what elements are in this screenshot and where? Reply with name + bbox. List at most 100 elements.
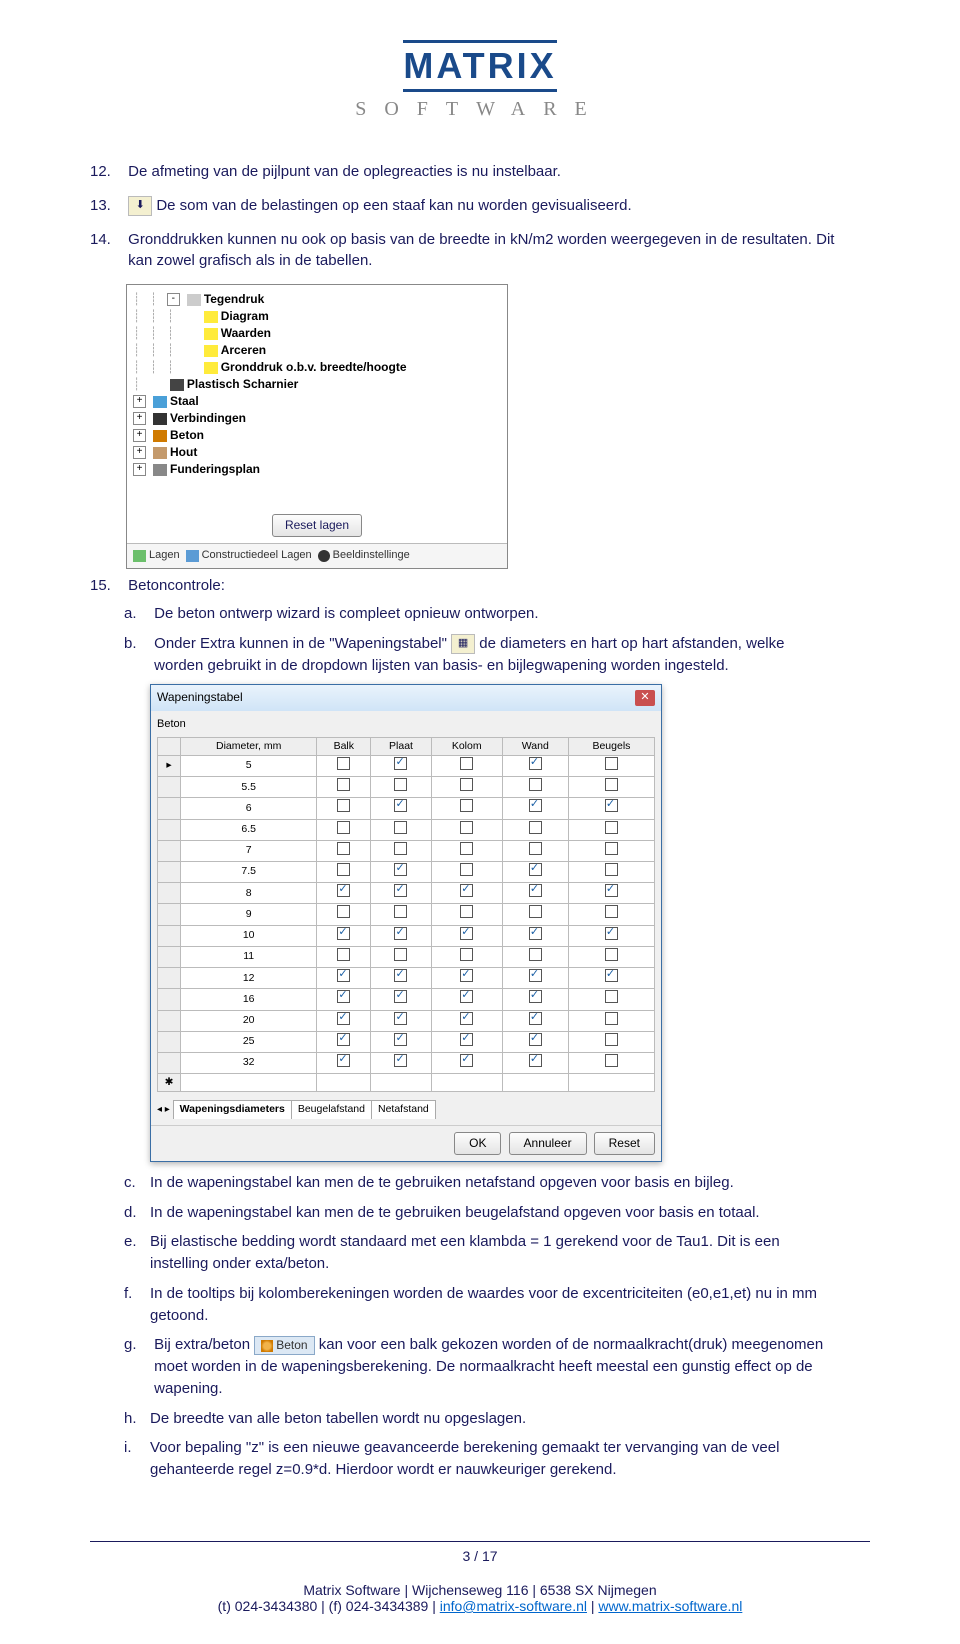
checkbox-cell[interactable] [431,925,502,946]
checkbox[interactable] [460,821,473,834]
checkbox[interactable] [605,778,618,791]
checkbox-cell[interactable] [431,798,502,819]
checkbox[interactable] [605,842,618,855]
checkbox-cell[interactable] [431,883,502,904]
reset-lagen-button[interactable]: Reset lagen [272,514,362,537]
diameter-cell[interactable]: 6.5 [181,819,317,840]
checkbox-cell[interactable] [371,1031,431,1052]
checkbox[interactable] [529,969,542,982]
tree-item[interactable]: ┊ ┊ ┊ Waarden [133,325,501,342]
tab-netafstand[interactable]: Netafstand [371,1100,436,1118]
checkbox-cell[interactable] [502,777,568,798]
checkbox[interactable] [394,1033,407,1046]
checkbox[interactable] [605,1054,618,1067]
checkbox[interactable] [337,948,350,961]
tree-item[interactable]: ┊ ┊ ┊ Gronddruk o.b.v. breedte/hoogte [133,359,501,376]
checkbox-cell[interactable] [317,946,371,967]
checkbox-cell[interactable] [502,819,568,840]
checkbox[interactable] [529,757,542,770]
checkbox[interactable] [460,905,473,918]
checkbox[interactable] [529,927,542,940]
checkbox-cell[interactable] [568,755,654,776]
diameter-cell[interactable]: 16 [181,989,317,1010]
checkbox[interactable] [337,990,350,1003]
checkbox[interactable] [605,821,618,834]
checkbox[interactable] [605,948,618,961]
diameter-cell[interactable]: 20 [181,1010,317,1031]
checkbox-cell[interactable] [371,755,431,776]
checkbox[interactable] [529,863,542,876]
checkbox-cell[interactable] [502,1031,568,1052]
checkbox-cell[interactable] [502,1052,568,1073]
checkbox[interactable] [460,842,473,855]
tree-item[interactable]: +Verbindingen [133,410,501,427]
checkbox[interactable] [394,842,407,855]
checkbox[interactable] [529,905,542,918]
checkbox[interactable] [605,990,618,1003]
footer-email-link[interactable]: info@matrix-software.nl [440,1598,587,1614]
tree-item[interactable]: ┊ ┊ ┊ Arceren [133,342,501,359]
checkbox[interactable] [460,1033,473,1046]
tree-item[interactable]: +Staal [133,393,501,410]
checkbox-cell[interactable] [371,925,431,946]
diameter-cell[interactable]: 8 [181,883,317,904]
checkbox-cell[interactable] [568,1031,654,1052]
annuleer-button[interactable]: Annuleer [509,1132,587,1155]
diameter-cell[interactable]: 7 [181,840,317,861]
checkbox[interactable] [394,927,407,940]
checkbox[interactable] [337,799,350,812]
checkbox-cell[interactable] [431,1010,502,1031]
checkbox-cell[interactable] [317,1010,371,1031]
close-icon[interactable]: ✕ [635,690,655,706]
checkbox[interactable] [394,948,407,961]
checkbox-cell[interactable] [431,946,502,967]
checkbox[interactable] [337,905,350,918]
checkbox-cell[interactable] [317,755,371,776]
diameter-cell[interactable]: 5.5 [181,777,317,798]
tree-item[interactable]: +Beton [133,427,501,444]
checkbox-cell[interactable] [371,1010,431,1031]
checkbox-cell[interactable] [431,1031,502,1052]
checkbox[interactable] [460,927,473,940]
checkbox[interactable] [529,1012,542,1025]
checkbox-cell[interactable] [568,1010,654,1031]
expand-icon[interactable]: + [133,446,146,459]
expand-icon[interactable]: + [133,395,146,408]
checkbox[interactable] [460,1054,473,1067]
checkbox[interactable] [337,842,350,855]
checkbox[interactable] [605,1012,618,1025]
diameter-cell[interactable]: 6 [181,798,317,819]
checkbox[interactable] [529,1054,542,1067]
tree-item[interactable]: ┊ ┊ -Tegendruk [133,291,501,308]
checkbox-cell[interactable] [431,755,502,776]
checkbox[interactable] [337,927,350,940]
checkbox[interactable] [460,884,473,897]
checkbox-cell[interactable] [317,1052,371,1073]
checkbox[interactable] [337,884,350,897]
checkbox-cell[interactable] [568,883,654,904]
checkbox[interactable] [605,863,618,876]
checkbox[interactable] [460,969,473,982]
checkbox[interactable] [605,757,618,770]
checkbox-cell[interactable] [502,883,568,904]
checkbox-cell[interactable] [371,798,431,819]
checkbox[interactable] [529,990,542,1003]
checkbox-cell[interactable] [568,946,654,967]
checkbox-cell[interactable] [502,904,568,925]
checkbox[interactable] [460,990,473,1003]
checkbox[interactable] [529,948,542,961]
checkbox[interactable] [394,884,407,897]
checkbox-cell[interactable] [371,777,431,798]
checkbox-cell[interactable] [568,840,654,861]
checkbox-cell[interactable] [317,989,371,1010]
checkbox-cell[interactable] [317,883,371,904]
checkbox-cell[interactable] [502,989,568,1010]
checkbox-cell[interactable] [502,840,568,861]
checkbox-cell[interactable] [431,1052,502,1073]
checkbox[interactable] [394,863,407,876]
checkbox-cell[interactable] [568,904,654,925]
checkbox[interactable] [394,969,407,982]
checkbox[interactable] [337,821,350,834]
checkbox[interactable] [337,757,350,770]
checkbox-cell[interactable] [568,798,654,819]
